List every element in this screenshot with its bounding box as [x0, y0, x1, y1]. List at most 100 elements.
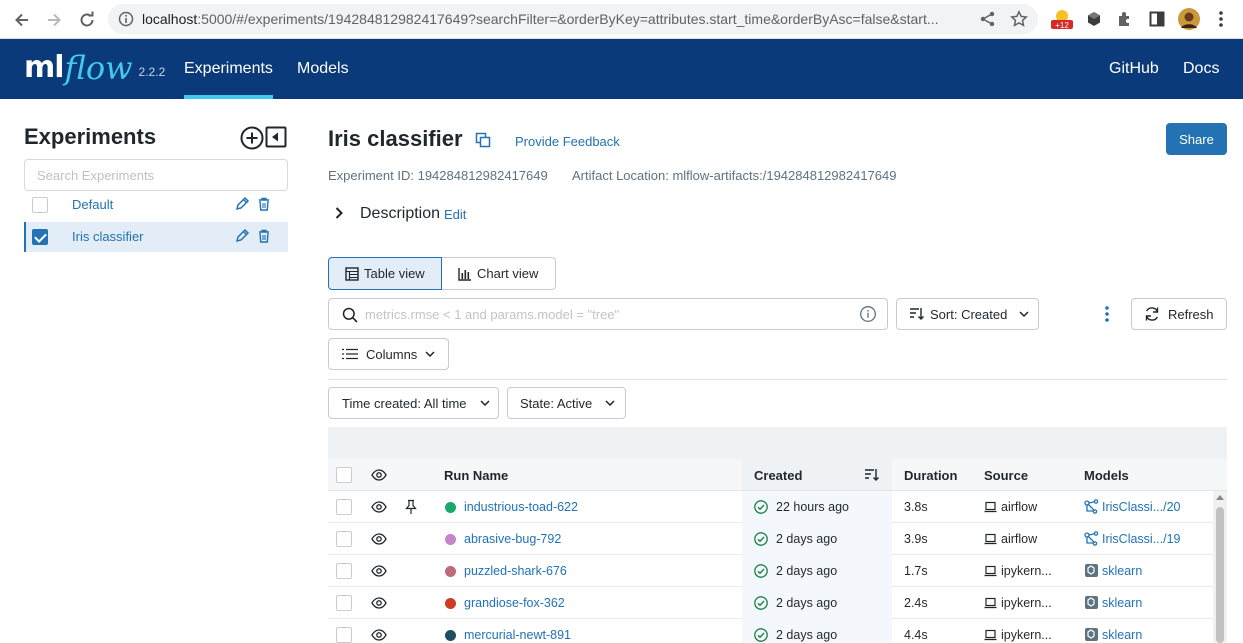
- source-name: ipykern...: [1001, 596, 1052, 610]
- run-name-link[interactable]: industrious-toad-622: [464, 500, 578, 514]
- col-header-models[interactable]: Models: [1084, 468, 1129, 483]
- scroll-thumb[interactable]: [1216, 507, 1224, 643]
- provide-feedback-link[interactable]: Provide Feedback: [515, 134, 620, 149]
- col-header-duration[interactable]: Duration: [904, 468, 957, 483]
- chevron-down-icon: [605, 400, 615, 406]
- mlflow-logo[interactable]: ml flow 2.2.2: [24, 51, 166, 86]
- experiment-item-default[interactable]: Default: [24, 190, 288, 220]
- scroll-up-arrow-icon[interactable]: [1216, 495, 1224, 500]
- nav-experiments[interactable]: Experiments: [184, 39, 273, 99]
- extensions-puzzle-icon[interactable]: [1114, 8, 1136, 30]
- row-checkbox[interactable]: [336, 595, 352, 611]
- run-name-link[interactable]: puzzled-shark-676: [464, 564, 567, 578]
- model-link[interactable]: sklearn: [1102, 596, 1142, 610]
- edit-pencil-icon[interactable]: [234, 196, 250, 212]
- edit-pencil-icon[interactable]: [234, 228, 250, 244]
- browser-toolbar: localhost:5000/#/experiments/19428481298…: [0, 0, 1243, 39]
- model-link[interactable]: IrisClassi.../19: [1102, 532, 1181, 546]
- eye-icon[interactable]: [371, 564, 387, 578]
- run-color-dot[interactable]: [445, 630, 456, 641]
- eye-icon[interactable]: [371, 596, 387, 610]
- run-color-dot[interactable]: [445, 566, 456, 577]
- duration: 4.4s: [904, 628, 928, 642]
- pin-icon[interactable]: [404, 499, 418, 515]
- address-bar[interactable]: localhost:5000/#/experiments/19428481298…: [108, 4, 1038, 34]
- source-name: ipykern...: [1001, 628, 1052, 642]
- extension-badge-count: +12: [1055, 21, 1069, 30]
- forward-icon[interactable]: [42, 8, 66, 32]
- experiment-checkbox[interactable]: [32, 197, 48, 213]
- table-row[interactable]: abrasive-bug-792 2 days ago 3.9s airflow Iri…: [328, 523, 1213, 555]
- table-header-row: Run Name Created Duration Source Models: [328, 459, 1227, 491]
- created-header-cell[interactable]: Created: [742, 459, 892, 490]
- row-checkbox[interactable]: [336, 627, 352, 643]
- row-checkbox[interactable]: [336, 531, 352, 547]
- table-view-button[interactable]: Table view: [328, 257, 442, 290]
- nav-github[interactable]: GitHub: [1109, 39, 1159, 99]
- run-name-link[interactable]: abrasive-bug-792: [464, 532, 561, 546]
- add-experiment-icon[interactable]: [240, 126, 264, 150]
- description-label[interactable]: Description: [360, 205, 440, 223]
- browser-menu-icon[interactable]: [1210, 8, 1232, 30]
- chevron-down-icon: [479, 400, 490, 406]
- collapse-sidebar-icon[interactable]: [265, 126, 287, 148]
- eye-icon[interactable]: [371, 500, 387, 514]
- delete-trash-icon[interactable]: [257, 228, 271, 244]
- eye-icon[interactable]: [371, 628, 387, 642]
- description-edit-link[interactable]: Edit: [444, 207, 466, 222]
- col-header-source[interactable]: Source: [984, 468, 1028, 483]
- version-label: 2.2.2: [138, 65, 166, 79]
- more-options-icon[interactable]: [1100, 304, 1114, 324]
- time-created-filter[interactable]: Time created: All time: [328, 387, 499, 419]
- bookmark-star-icon[interactable]: [1010, 10, 1028, 28]
- table-row[interactable]: mercurial-newt-891 2 days ago 4.4s ipykern.…: [328, 619, 1213, 643]
- runs-search-input[interactable]: metrics.rmse < 1 and params.model = "tre…: [328, 298, 888, 330]
- sort-descending-icon[interactable]: [864, 468, 880, 482]
- col-header-run-name[interactable]: Run Name: [444, 468, 508, 483]
- share-button[interactable]: Share: [1166, 123, 1227, 155]
- table-row[interactable]: puzzled-shark-676 2 days ago 1.7s ipykern..…: [328, 555, 1213, 587]
- reload-icon[interactable]: [75, 8, 99, 32]
- nav-models[interactable]: Models: [297, 39, 349, 99]
- row-checkbox[interactable]: [336, 499, 352, 515]
- state-filter[interactable]: State: Active: [507, 387, 626, 419]
- columns-dropdown[interactable]: Columns: [328, 338, 449, 370]
- logged-model-icon: [1085, 596, 1098, 609]
- extension-badge-icon[interactable]: +12: [1050, 8, 1074, 30]
- refresh-button[interactable]: Refresh: [1131, 298, 1227, 330]
- copy-icon[interactable]: [475, 132, 491, 148]
- chart-view-button[interactable]: Chart view: [442, 257, 556, 290]
- extension-cube-icon[interactable]: [1083, 8, 1105, 30]
- site-info-icon[interactable]: [118, 11, 134, 27]
- model-link[interactable]: sklearn: [1102, 628, 1142, 642]
- side-panel-icon[interactable]: [1146, 8, 1168, 30]
- search-experiments-input[interactable]: [24, 159, 288, 191]
- table-scrollbar[interactable]: [1213, 491, 1227, 643]
- run-name-link[interactable]: grandiose-fox-362: [464, 596, 565, 610]
- model-link[interactable]: IrisClassi.../20: [1102, 500, 1181, 514]
- nav-docs[interactable]: Docs: [1183, 39, 1219, 99]
- duration: 3.9s: [904, 532, 928, 546]
- profile-avatar[interactable]: [1178, 8, 1200, 30]
- experiment-label[interactable]: Default: [72, 197, 113, 212]
- model-link[interactable]: sklearn: [1102, 564, 1142, 578]
- run-color-dot[interactable]: [445, 598, 456, 609]
- chevron-right-icon[interactable]: [332, 206, 346, 220]
- table-row[interactable]: industrious-toad-622 22 hours ago 3.8s airf…: [328, 491, 1213, 523]
- eye-icon[interactable]: [371, 532, 387, 546]
- share-page-icon[interactable]: [979, 10, 997, 28]
- select-all-checkbox[interactable]: [336, 467, 352, 483]
- run-color-dot[interactable]: [445, 534, 456, 545]
- run-name-link[interactable]: mercurial-newt-891: [464, 628, 571, 642]
- info-icon[interactable]: [859, 305, 877, 323]
- eye-icon[interactable]: [371, 468, 387, 482]
- experiment-checkbox-checked[interactable]: [32, 229, 48, 245]
- back-icon[interactable]: [10, 8, 34, 32]
- delete-trash-icon[interactable]: [257, 196, 271, 212]
- run-color-dot[interactable]: [445, 502, 456, 513]
- table-row[interactable]: grandiose-fox-362 2 days ago 2.4s ipykern..…: [328, 587, 1213, 619]
- sort-dropdown[interactable]: Sort: Created: [896, 298, 1039, 330]
- experiment-label[interactable]: Iris classifier: [72, 229, 144, 244]
- row-checkbox[interactable]: [336, 563, 352, 579]
- experiment-item-iris[interactable]: Iris classifier: [24, 222, 288, 252]
